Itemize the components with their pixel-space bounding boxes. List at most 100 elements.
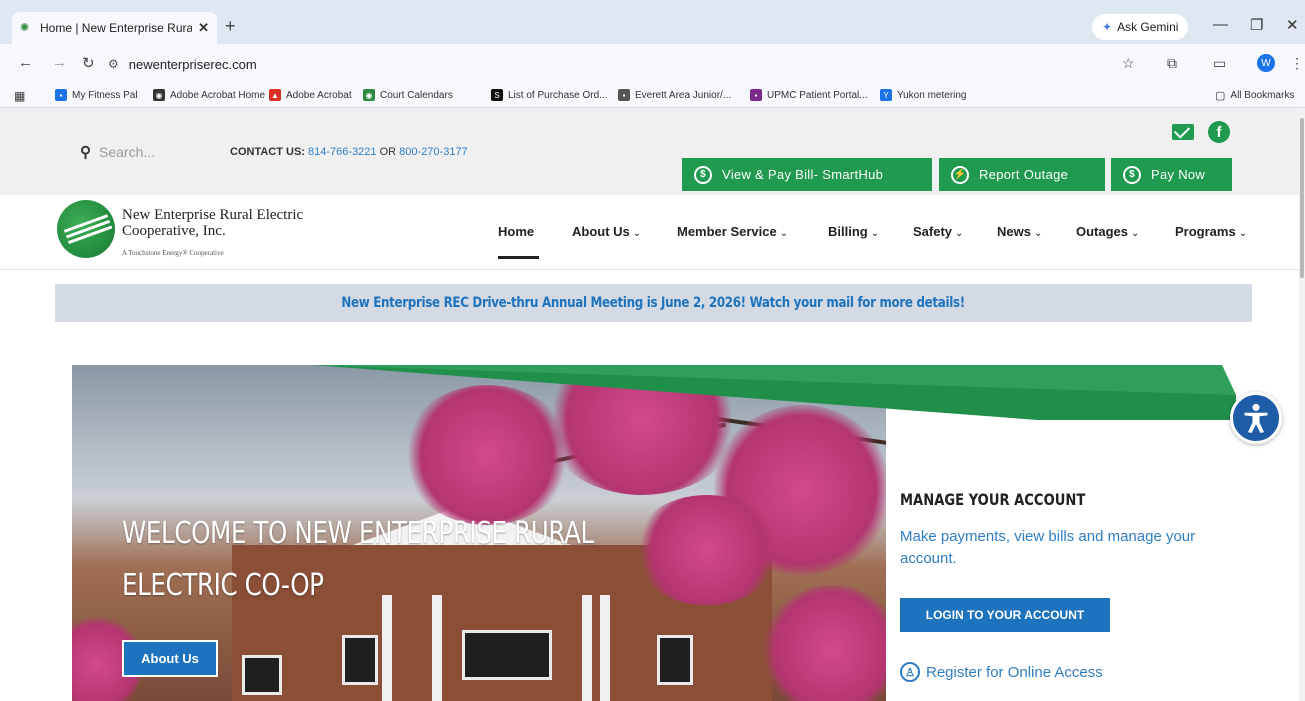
bookmark-favicon-icon: ▪ bbox=[618, 89, 630, 101]
pay-now-button[interactable]: $ Pay Now bbox=[1111, 158, 1232, 191]
bookmark-favicon-icon: ◉ bbox=[153, 89, 165, 101]
bookmark-favicon-icon: ◉ bbox=[363, 89, 375, 101]
dollar-icon: $ bbox=[1123, 165, 1141, 184]
logo-line-1: New Enterprise Rural Electric bbox=[122, 207, 304, 223]
bookmark-label: List of Purchase Ord... bbox=[508, 89, 608, 101]
all-bookmarks-folder[interactable]: ▢ All Bookmarks bbox=[1215, 89, 1294, 102]
chevron-down-icon: ⌄ bbox=[1033, 228, 1043, 239]
active-nav-indicator bbox=[498, 256, 539, 259]
building-door bbox=[462, 630, 552, 680]
bookmarks-bar: ▦ ▪ My Fitness Pal ◉ Adobe Acrobat Home ▲ Ado… bbox=[0, 84, 1305, 108]
dollar-icon: $ bbox=[694, 165, 712, 184]
hero-headline-line-1: WELCOME TO NEW ENTERPRISE RURAL bbox=[122, 516, 594, 551]
bookmark-item[interactable]: ◉ Court Calendars bbox=[363, 89, 453, 101]
building-window bbox=[242, 655, 282, 695]
window-close-icon[interactable]: ✕ bbox=[1286, 16, 1299, 34]
restore-icon[interactable]: ❐ bbox=[1250, 16, 1263, 34]
apps-grid-icon[interactable]: ▦ bbox=[14, 89, 25, 103]
url-text: newenterpriserec.com bbox=[128, 56, 257, 72]
bookmark-star-icon[interactable]: ☆ bbox=[1122, 55, 1135, 72]
back-arrow-icon[interactable]: ← bbox=[18, 54, 33, 71]
bookmark-label: Adobe Acrobat bbox=[286, 89, 352, 101]
menu-dots-icon[interactable]: ⋮ bbox=[1290, 55, 1304, 72]
reading-list-icon[interactable]: ▭ bbox=[1213, 55, 1226, 72]
site-favicon-icon: ✺ bbox=[20, 22, 30, 34]
manage-account-title: MANAGE YOUR ACCOUNT bbox=[900, 490, 1126, 509]
browser-tab-bar: ✺ Home | New Enterprise Rural E ✕ + ✦ As… bbox=[0, 0, 1305, 44]
nav-safety-label: Safety bbox=[913, 224, 953, 239]
user-icon: ♙ bbox=[900, 662, 920, 682]
nav-member-service[interactable]: Member Service ⌄ bbox=[677, 224, 788, 239]
nav-home[interactable]: Home bbox=[498, 224, 534, 239]
all-bookmarks-label: All Bookmarks bbox=[1230, 90, 1295, 101]
blossom-cluster bbox=[762, 585, 902, 701]
gemini-sparkle-icon: ✦ bbox=[1102, 20, 1113, 34]
forward-arrow-icon[interactable]: → bbox=[52, 54, 67, 71]
lightning-icon: ⚡ bbox=[951, 165, 969, 184]
extensions-icon[interactable]: ⧉ bbox=[1167, 55, 1177, 72]
logo-tagline: A Touchstone Energy® Cooperative bbox=[122, 249, 224, 257]
facebook-icon[interactable]: f bbox=[1208, 121, 1230, 143]
contact-label: CONTACT US: bbox=[230, 146, 305, 158]
register-label: Register for Online Access bbox=[926, 663, 1103, 681]
reload-icon[interactable]: ↻ bbox=[82, 54, 95, 72]
contact-info: CONTACT US: 814-766-3221 OR 800-270-3177 bbox=[230, 146, 468, 158]
smarthub-label: View & Pay Bill- SmartHub bbox=[722, 167, 884, 182]
search-icon[interactable]: ⚲ bbox=[80, 143, 91, 161]
report-outage-button[interactable]: ⚡ Report Outage bbox=[939, 158, 1105, 191]
register-link[interactable]: ♙ Register for Online Access bbox=[900, 662, 1103, 682]
login-button[interactable]: LOGIN TO YOUR ACCOUNT bbox=[900, 598, 1110, 632]
nav-about-us[interactable]: About Us ⌄ bbox=[572, 224, 641, 239]
bookmark-item[interactable]: Y Yukon metering bbox=[880, 89, 967, 101]
smarthub-pay-bill-button[interactable]: $ View & Pay Bill- SmartHub bbox=[682, 158, 932, 191]
nav-news-label: News bbox=[997, 224, 1031, 239]
phone-link-1[interactable]: 814-766-3221 bbox=[308, 146, 377, 158]
bookmark-item[interactable]: ◉ Adobe Acrobat Home bbox=[153, 89, 265, 101]
hero-headline-line-2: ELECTRIC CO-OP bbox=[122, 568, 324, 603]
scrollbar-thumb[interactable] bbox=[1300, 118, 1304, 278]
bookmark-label: Everett Area Junior/... bbox=[635, 89, 732, 101]
new-tab-button[interactable]: + bbox=[225, 16, 236, 37]
bookmark-item[interactable]: ▪ Everett Area Junior/... bbox=[618, 89, 731, 101]
phone-link-2[interactable]: 800-270-3177 bbox=[399, 146, 468, 158]
accessibility-icon[interactable] bbox=[1230, 392, 1282, 444]
close-tab-icon[interactable]: ✕ bbox=[198, 20, 209, 36]
nav-programs-label: Programs bbox=[1175, 224, 1236, 239]
nav-home-label: Home bbox=[498, 224, 535, 239]
bookmark-label: UPMC Patient Portal... bbox=[767, 89, 868, 101]
minimize-icon[interactable]: — bbox=[1213, 16, 1228, 33]
site-search[interactable]: ⚲ Search... bbox=[80, 143, 155, 161]
bookmark-item[interactable]: ▪ UPMC Patient Portal... bbox=[750, 89, 868, 101]
announcement-banner: New Enterprise REC Drive-thru Annual Mee… bbox=[55, 284, 1252, 322]
profile-avatar[interactable]: W bbox=[1257, 54, 1275, 72]
nav-outages[interactable]: Outages ⌄ bbox=[1076, 224, 1139, 239]
manage-account-description: Make payments, view bills and manage you… bbox=[900, 528, 1196, 567]
nav-outages-label: Outages bbox=[1076, 224, 1129, 239]
bookmark-favicon-icon: Y bbox=[880, 89, 892, 101]
about-us-button[interactable]: About Us bbox=[122, 640, 218, 677]
browser-tab[interactable]: ✺ Home | New Enterprise Rural E ✕ bbox=[12, 12, 217, 44]
building-window bbox=[342, 635, 378, 685]
nav-member-label: Member Service bbox=[677, 224, 777, 239]
email-icon[interactable] bbox=[1172, 124, 1194, 140]
bookmark-item[interactable]: S List of Purchase Ord... bbox=[491, 89, 608, 101]
site-info-icon[interactable]: ⚙ bbox=[108, 57, 119, 71]
nav-billing[interactable]: Billing ⌄ bbox=[828, 224, 879, 239]
nav-programs[interactable]: Programs ⌄ bbox=[1175, 224, 1247, 239]
chevron-down-icon: ⌄ bbox=[632, 228, 642, 239]
chevron-down-icon: ⌄ bbox=[870, 228, 880, 239]
tab-title: Home | New Enterprise Rural E bbox=[40, 21, 193, 35]
manage-account-title-text: MANAGE YOUR ACCOUNT bbox=[900, 490, 1086, 509]
bookmark-item[interactable]: ▲ Adobe Acrobat bbox=[269, 89, 352, 101]
nav-news[interactable]: News ⌄ bbox=[997, 224, 1042, 239]
bookmark-item[interactable]: ▪ My Fitness Pal bbox=[55, 89, 138, 101]
bookmark-label: My Fitness Pal bbox=[72, 89, 138, 101]
chevron-down-icon: ⌄ bbox=[1238, 228, 1248, 239]
nav-safety[interactable]: Safety ⌄ bbox=[913, 224, 963, 239]
chevron-down-icon: ⌄ bbox=[955, 228, 964, 239]
coop-logo-icon[interactable] bbox=[57, 200, 115, 258]
url-field[interactable]: ⚙ newenterpriserec.com bbox=[108, 50, 1158, 78]
logo-wordmark[interactable]: New Enterprise Rural Electric Cooperativ… bbox=[122, 207, 303, 239]
pay-now-label: Pay Now bbox=[1151, 167, 1206, 182]
ask-gemini-button[interactable]: ✦ Ask Gemini bbox=[1092, 14, 1189, 40]
